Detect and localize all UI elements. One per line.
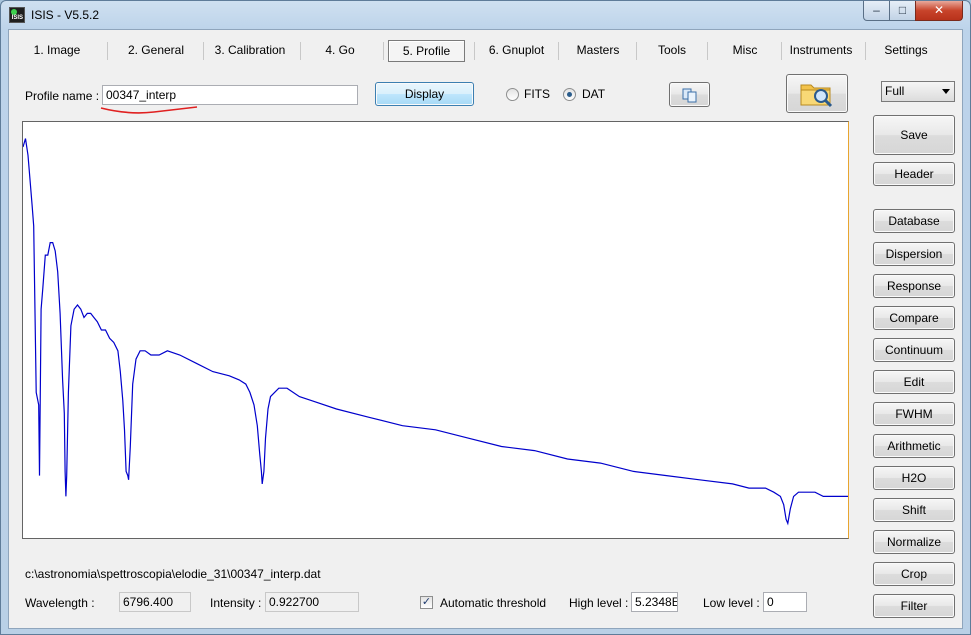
header-button[interactable]: Header bbox=[873, 162, 955, 186]
dat-radio-label: DAT bbox=[582, 87, 606, 101]
profile-name-label: Profile name : bbox=[25, 89, 100, 103]
chevron-down-icon bbox=[942, 89, 950, 94]
window-title: ISIS - V5.5.2 bbox=[31, 8, 100, 22]
client-area: 1. Image 2. General 3. Calibration 4. Go… bbox=[8, 29, 963, 629]
intensity-value: 0.922700 bbox=[265, 592, 359, 612]
tab-instruments[interactable]: Instruments bbox=[785, 40, 857, 62]
application-window: ISIS ISIS - V5.5.2 – □ ✕ 1. Image 2. Gen… bbox=[0, 0, 971, 635]
fwhm-button[interactable]: FWHM bbox=[873, 402, 955, 426]
database-button[interactable]: Database bbox=[873, 209, 955, 233]
minimize-button[interactable]: – bbox=[863, 1, 890, 21]
high-level-label: High level : bbox=[569, 596, 629, 610]
tab-masters[interactable]: Masters bbox=[563, 40, 633, 62]
high-level-input[interactable]: 5.2348E bbox=[631, 592, 678, 612]
response-button[interactable]: Response bbox=[873, 274, 955, 298]
tab-separator bbox=[300, 42, 301, 60]
filter-button[interactable]: Filter bbox=[873, 594, 955, 618]
fits-radio-label: FITS bbox=[524, 87, 550, 101]
copy-icon bbox=[682, 88, 696, 103]
title-bar[interactable]: ISIS ISIS - V5.5.2 – □ ✕ bbox=[1, 1, 970, 29]
folder-search-icon bbox=[800, 84, 833, 108]
edit-button[interactable]: Edit bbox=[873, 370, 955, 394]
tab-separator bbox=[107, 42, 108, 60]
copy-button[interactable] bbox=[669, 82, 710, 107]
automatic-threshold-label: Automatic threshold bbox=[440, 596, 547, 610]
tab-separator bbox=[203, 42, 204, 60]
continuum-button[interactable]: Continuum bbox=[873, 338, 955, 362]
fits-radio[interactable] bbox=[506, 88, 519, 101]
tab-separator bbox=[781, 42, 782, 60]
close-button[interactable]: ✕ bbox=[915, 1, 963, 21]
annotation-underline bbox=[100, 106, 198, 114]
tab-calibration[interactable]: 3. Calibration bbox=[205, 40, 295, 62]
normalize-button[interactable]: Normalize bbox=[873, 530, 955, 554]
tab-separator bbox=[558, 42, 559, 60]
maximize-button[interactable]: □ bbox=[889, 1, 916, 21]
low-level-input[interactable]: 0 bbox=[763, 592, 807, 612]
tab-profile[interactable]: 5. Profile bbox=[388, 40, 465, 62]
tab-gnuplot[interactable]: 6. Gnuplot bbox=[479, 40, 554, 62]
low-level-label: Low level : bbox=[703, 596, 760, 610]
automatic-threshold-checkbox[interactable]: ✓ bbox=[420, 596, 433, 609]
dat-radio[interactable] bbox=[563, 88, 576, 101]
tab-separator bbox=[636, 42, 637, 60]
compare-button[interactable]: Compare bbox=[873, 306, 955, 330]
h2o-button[interactable]: H2O bbox=[873, 466, 955, 490]
save-button[interactable]: Save bbox=[873, 115, 955, 155]
arithmetic-button[interactable]: Arithmetic bbox=[873, 434, 955, 458]
display-button[interactable]: Display bbox=[375, 82, 474, 106]
wavelength-label: Wavelength : bbox=[25, 596, 95, 610]
isis-app-icon: ISIS bbox=[9, 7, 25, 23]
spectrum-series-line bbox=[22, 138, 848, 526]
tab-settings[interactable]: Settings bbox=[871, 40, 941, 62]
tab-tools[interactable]: Tools bbox=[639, 40, 705, 62]
tab-separator bbox=[865, 42, 866, 60]
dispersion-button[interactable]: Dispersion bbox=[873, 242, 955, 266]
file-path: c:\astronomia\spettroscopia\elodie_31\00… bbox=[25, 567, 321, 581]
tab-general[interactable]: 2. General bbox=[113, 40, 199, 62]
tab-image[interactable]: 1. Image bbox=[19, 40, 95, 62]
zoom-select[interactable]: Full bbox=[881, 81, 955, 102]
tab-separator bbox=[707, 42, 708, 60]
profile-name-input[interactable]: 00347_interp bbox=[102, 85, 358, 105]
open-folder-button[interactable] bbox=[786, 74, 848, 113]
tab-separator bbox=[474, 42, 475, 60]
tab-separator bbox=[383, 42, 384, 60]
intensity-label: Intensity : bbox=[210, 596, 262, 610]
tab-misc[interactable]: Misc bbox=[712, 40, 778, 62]
spectrum-chart bbox=[22, 138, 848, 526]
shift-button[interactable]: Shift bbox=[873, 498, 955, 522]
spectrum-plot[interactable] bbox=[22, 121, 849, 539]
wavelength-value: 6796.400 bbox=[119, 592, 191, 612]
crop-button[interactable]: Crop bbox=[873, 562, 955, 586]
zoom-select-value: Full bbox=[885, 84, 905, 98]
tab-go[interactable]: 4. Go bbox=[305, 40, 375, 62]
